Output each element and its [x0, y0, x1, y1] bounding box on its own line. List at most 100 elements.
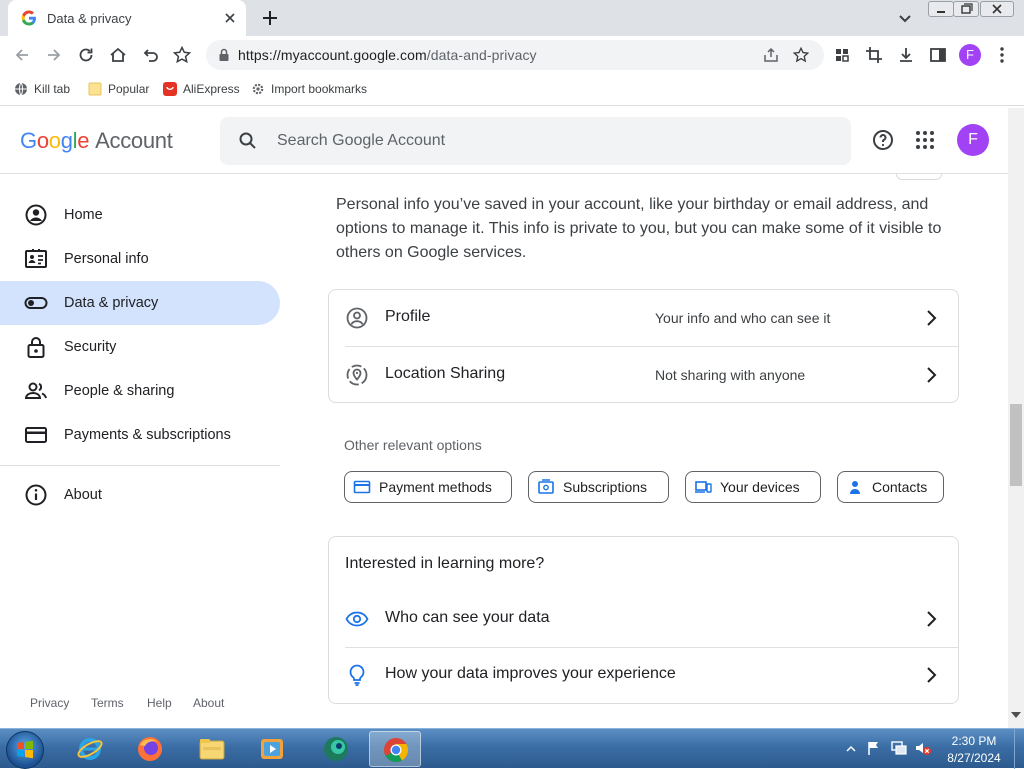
close-tab-icon[interactable] [222, 10, 238, 26]
chip-label: Subscriptions [563, 479, 648, 495]
page-scrollbar[interactable] [1008, 108, 1024, 728]
download-icon[interactable] [896, 45, 916, 65]
row-description: Not sharing with anyone [655, 367, 806, 383]
bookmark-aliexpress[interactable]: AliExpress [163, 82, 240, 96]
minimize-button[interactable] [928, 1, 954, 17]
sidebar-item-home[interactable]: Home [0, 193, 280, 237]
footer-help-link[interactable]: Help [147, 696, 172, 710]
chevron-right-icon [927, 310, 937, 326]
show-desktop-button[interactable] [1014, 729, 1024, 769]
chevron-right-icon [927, 367, 937, 383]
sidebar-divider [0, 465, 280, 466]
home-icon[interactable] [108, 45, 128, 65]
sidebar-item-data-privacy[interactable]: Data & privacy [0, 281, 280, 325]
share-icon[interactable] [762, 46, 780, 64]
taskbar-file-explorer[interactable] [186, 731, 238, 767]
data-improves-row[interactable]: How your data improves your experience [329, 647, 958, 703]
sidebar-item-label: Data & privacy [64, 295, 159, 311]
address-bar[interactable]: https://myaccount.google.com/data-and-pr… [206, 40, 824, 70]
learn-more-card: Interested in learning more? Who can see… [328, 536, 959, 704]
account-avatar[interactable]: F [957, 124, 989, 156]
bookmark-star-icon[interactable] [792, 46, 810, 64]
extensions-icon[interactable] [832, 45, 852, 65]
taskbar-chrome[interactable] [369, 731, 421, 767]
google-account-logo[interactable]: Google Account [20, 128, 173, 154]
clock-date[interactable]: 8/27/2024 [942, 751, 1006, 765]
crop-icon[interactable] [864, 45, 884, 65]
taskbar-internet-explorer[interactable] [64, 731, 116, 767]
footer-about-link[interactable]: About [193, 696, 224, 710]
file-explorer-icon [199, 739, 225, 760]
scrollbar-thumb[interactable] [1010, 404, 1022, 486]
learn-more-title: Interested in learning more? [345, 555, 545, 572]
new-tab-icon[interactable] [260, 8, 280, 28]
reload-icon[interactable] [76, 45, 96, 65]
location-sharing-row[interactable]: Location Sharing Not sharing with anyone [329, 347, 958, 403]
toggle-icon [24, 297, 48, 309]
search-icon [239, 132, 256, 149]
bookmark-label: Import bookmarks [271, 82, 368, 96]
sidebar-item-security[interactable]: Security [0, 325, 280, 369]
location-sharing-icon [346, 364, 368, 386]
volume-muted-icon[interactable] [914, 740, 932, 756]
footer-privacy-link[interactable]: Privacy [30, 696, 69, 710]
bookmark-star-icon[interactable] [172, 45, 192, 65]
lock-icon [27, 337, 45, 358]
browser-app-icon [324, 737, 348, 761]
network-icon[interactable] [890, 740, 908, 756]
bookmark-label: Kill tab [34, 82, 71, 96]
bookmarks-bar: Kill tab Popular AliExpress Import bookm… [0, 74, 1024, 106]
your-devices-chip[interactable]: Your devices [685, 471, 821, 503]
sidebar-item-personal-info[interactable]: Personal info [0, 237, 280, 281]
sidebar-item-about[interactable]: About [0, 473, 280, 517]
bookmark-label: Popular [108, 82, 150, 96]
action-center-flag-icon[interactable] [866, 740, 882, 756]
other-options-label: Other relevant options [344, 437, 482, 453]
tab-strip: Data & privacy [0, 0, 1024, 36]
back-icon[interactable] [12, 45, 32, 65]
start-button[interactable] [6, 731, 44, 769]
side-panel-icon[interactable] [928, 45, 948, 65]
chevron-down-icon[interactable] [896, 9, 914, 27]
personal-info-card: Profile Your info and who can see it Loc… [328, 289, 959, 403]
help-icon[interactable] [871, 128, 895, 152]
footer-terms-link[interactable]: Terms [91, 696, 124, 710]
profile-row[interactable]: Profile Your info and who can see it [329, 290, 958, 346]
bookmark-import[interactable]: Import bookmarks [251, 82, 367, 96]
taskbar-media-player[interactable] [246, 731, 298, 767]
bookmark-popular[interactable]: Popular [88, 82, 149, 96]
row-title: Profile [385, 308, 431, 325]
more-vert-icon[interactable] [992, 45, 1012, 65]
logo-account-label: Account [95, 128, 173, 153]
sidebar-item-payments[interactable]: Payments & subscriptions [0, 413, 280, 457]
sidebar-item-people-sharing[interactable]: People & sharing [0, 369, 280, 413]
forward-icon[interactable] [44, 45, 64, 65]
who-can-see-row[interactable]: Who can see your data [329, 591, 958, 647]
profile-icon [346, 307, 368, 329]
profile-avatar[interactable]: F [959, 44, 981, 66]
taskbar-browser-app[interactable] [310, 731, 362, 767]
bookmark-kill-tab[interactable]: Kill tab [14, 82, 70, 96]
aliexpress-icon [163, 82, 177, 96]
payment-methods-chip[interactable]: Payment methods [344, 471, 512, 503]
browser-tab[interactable]: Data & privacy [8, 0, 246, 36]
firefox-icon [138, 737, 162, 761]
url-text: https://myaccount.google.com/data-and-pr… [238, 47, 537, 63]
undo-icon[interactable] [140, 45, 160, 65]
gear-icon [252, 83, 264, 95]
eye-icon [345, 611, 369, 627]
subscriptions-chip[interactable]: Subscriptions [528, 471, 669, 503]
tray-expand-icon[interactable] [846, 744, 856, 754]
clock-time[interactable]: 2:30 PM [942, 734, 1006, 748]
sidebar-item-label: Payments & subscriptions [64, 427, 231, 443]
section-description: Personal info you’ve saved in your accou… [336, 196, 942, 261]
lock-icon[interactable] [218, 48, 230, 62]
close-window-button[interactable] [980, 1, 1014, 17]
contacts-chip[interactable]: Contacts [837, 471, 944, 503]
restore-button[interactable] [953, 1, 979, 17]
scroll-down-arrow-icon[interactable] [1011, 712, 1021, 718]
chip-label: Contacts [872, 479, 928, 495]
search-input[interactable]: Search Google Account [220, 117, 851, 165]
apps-grid-icon[interactable] [913, 128, 937, 152]
taskbar-firefox[interactable] [124, 731, 176, 767]
